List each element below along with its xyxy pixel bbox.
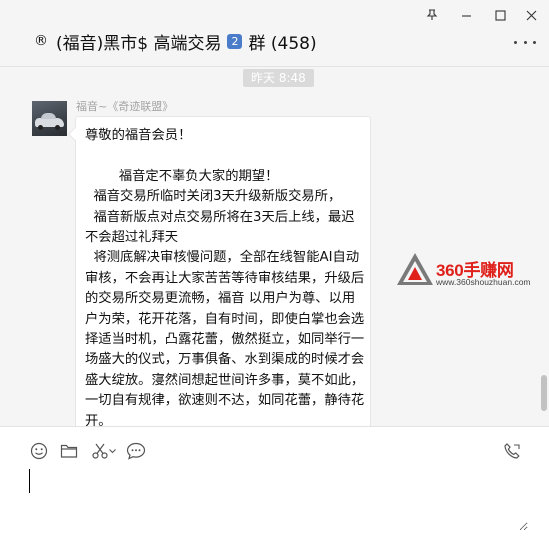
number-badge-icon: 2 — [227, 33, 243, 49]
folder-icon[interactable] — [59, 441, 79, 461]
chat-title: (福音)黑市$ 高端交易 — [56, 33, 222, 54]
chat-window: ® (福音)黑市$ 高端交易 2 群 (458) 昨天 8:48 福音~《奇迹联… — [0, 0, 549, 541]
maximize-button[interactable] — [486, 4, 514, 26]
scrollbar[interactable] — [539, 67, 549, 426]
title-bar: ® (福音)黑市$ 高端交易 2 群 (458) — [0, 0, 549, 67]
scissors-icon[interactable] — [90, 441, 110, 461]
message-text: 尊敬的福音会员！ 福音定不辜负大家的期望！ 福音交易所临时关闭3天升级新版交易所… — [85, 128, 365, 426]
watermark-url: www.360shouzhuan.com — [436, 277, 531, 287]
minimize-button[interactable] — [452, 4, 480, 26]
message-input[interactable] — [24, 467, 528, 531]
chat-title-row: ® (福音)黑市$ 高端交易 2 群 (458) — [32, 28, 317, 54]
more-icon[interactable] — [514, 36, 536, 48]
voice-call-icon[interactable] — [502, 441, 522, 461]
group-member-count: 群 (458) — [248, 33, 317, 54]
pin-icon[interactable] — [418, 4, 446, 26]
emoji-icon[interactable] — [29, 441, 49, 461]
watermark: 360手赚网 www.360shouzhuan.com — [396, 252, 546, 292]
message-list: 昨天 8:48 福音~《奇迹联盟》 尊敬的福音会员！ 福音定不辜负大家的期望！ … — [0, 67, 549, 426]
chat-history-icon[interactable] — [126, 441, 146, 461]
screenshot-options-icon[interactable] — [108, 441, 116, 461]
timestamp: 昨天 8:48 — [243, 69, 314, 87]
scrollbar-thumb[interactable] — [541, 375, 547, 411]
message-bubble[interactable]: 尊敬的福音会员！ 福音定不辜负大家的期望！ 福音交易所临时关闭3天升级新版交易所… — [75, 116, 371, 426]
registered-icon: ® — [34, 33, 48, 49]
watermark-logo-icon — [397, 253, 433, 285]
sender-name: 福音~《奇迹联盟》 — [76, 100, 174, 113]
sender-avatar[interactable] — [32, 101, 67, 136]
text-cursor — [29, 469, 30, 493]
input-panel — [0, 426, 549, 541]
close-button[interactable] — [517, 4, 545, 26]
